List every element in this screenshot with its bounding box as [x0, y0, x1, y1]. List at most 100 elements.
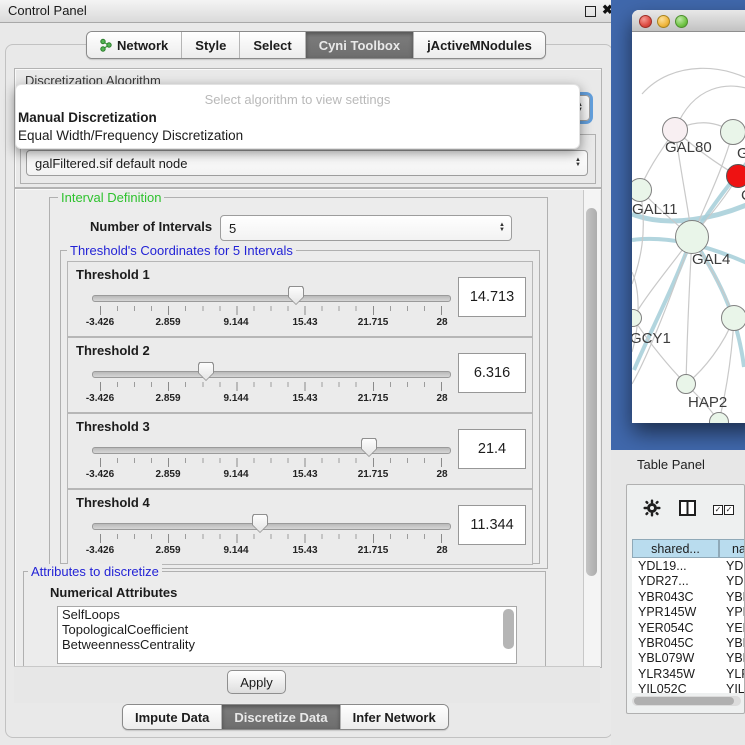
- tab-label: Infer Network: [353, 710, 436, 725]
- interval-definition-title: Interval Definition: [58, 190, 164, 205]
- threshold-3-slider-track[interactable]: [92, 447, 451, 454]
- tick-label: 28: [436, 393, 447, 404]
- threshold-3-slider-handle[interactable]: [361, 438, 377, 457]
- tab-infer-network[interactable]: Infer Network: [341, 705, 448, 729]
- control-panel-titlebar: Control Panel: [0, 0, 618, 23]
- node-h[interactable]: [721, 305, 745, 331]
- tick-label: 28: [436, 469, 447, 480]
- interval-definition-group: Interval Definition Number of Intervals …: [49, 197, 548, 569]
- tick-label: -3.426: [86, 393, 114, 404]
- numerical-attributes-label: Numerical Attributes: [50, 585, 177, 600]
- table-row[interactable]: YER054CYER054C: [632, 620, 745, 635]
- tick-label: 15.43: [292, 393, 317, 404]
- threshold-2-slider-handle[interactable]: [198, 362, 214, 381]
- tick-label: 28: [436, 317, 447, 328]
- tick-label: 15.43: [292, 469, 317, 480]
- tick-label: -3.426: [86, 545, 114, 556]
- gear-icon[interactable]: [643, 499, 661, 517]
- table-row[interactable]: YBR043CYBR043C: [632, 589, 745, 604]
- node-hap2[interactable]: [676, 374, 696, 394]
- tab-label: Cyni Toolbox: [319, 38, 400, 53]
- threshold-1-slider-track[interactable]: [92, 295, 451, 302]
- algorithm-dropdown-popup: Select algorithm to view settings Manual…: [15, 84, 580, 149]
- threshold-2-slider-track[interactable]: [92, 371, 451, 378]
- number-of-intervals-combobox[interactable]: 5 ▲▼: [220, 215, 512, 241]
- tab-cyni-toolbox[interactable]: Cyni Toolbox: [306, 32, 414, 58]
- threshold-4-panel: Threshold 4 -3.426 2.859 9.144 15.43 21.…: [67, 489, 533, 565]
- tick-label: 21.715: [358, 317, 389, 328]
- tab-impute-data[interactable]: Impute Data: [123, 705, 222, 729]
- number-of-intervals-label: Number of Intervals: [90, 219, 212, 234]
- panel-scrollbar[interactable]: [583, 190, 600, 666]
- network-window-titlebar[interactable]: [632, 10, 745, 32]
- threshold-1-label: Threshold 1: [76, 267, 150, 282]
- node-label: GAL4: [692, 251, 730, 268]
- list-item[interactable]: SelfLoops: [58, 607, 516, 622]
- columns-icon[interactable]: [679, 500, 696, 516]
- node-label: GAL: [737, 145, 745, 162]
- table-row[interactable]: YLR345WYLR345W: [632, 666, 745, 681]
- tab-style[interactable]: Style: [182, 32, 240, 58]
- threshold-3-value-field[interactable]: 21.4: [458, 429, 526, 469]
- network-canvas[interactable]: GAL80 GAL C GAL11 GAL4 GCY1 H HAP2: [632, 32, 745, 423]
- threshold-1-slider-handle[interactable]: [288, 286, 304, 305]
- threshold-1-value-field[interactable]: 14.713: [458, 277, 526, 317]
- tab-jactivemnodules[interactable]: jActiveMNodules: [414, 32, 545, 58]
- list-item[interactable]: TopologicalCoefficient: [58, 622, 516, 637]
- threshold-2-value-field[interactable]: 6.316: [458, 353, 526, 393]
- table-data-combobox[interactable]: galFiltered.sif default node ▲▼: [26, 150, 588, 176]
- table-row[interactable]: YPR145WYPR145W: [632, 604, 745, 619]
- tab-network[interactable]: Network: [87, 32, 182, 58]
- table-row[interactable]: YBR045CYBR045C: [632, 635, 745, 650]
- node-gal4[interactable]: [675, 220, 709, 254]
- tab-label: jActiveMNodules: [427, 38, 532, 53]
- threshold-1-panel: Threshold 1 -3.426 2.859 9.144 15.43 21.…: [67, 261, 533, 337]
- tick-label: 21.715: [358, 393, 389, 404]
- thresholds-group: Threshold's Coordinates for 5 Intervals …: [60, 250, 540, 564]
- table-rows: YDL19...YDL19... YDR27...YDR27... YBR043…: [632, 558, 745, 693]
- top-tab-bar: Network Style Select Cyni Toolbox jActiv…: [86, 31, 546, 59]
- table-horizontal-scrollbar[interactable]: [632, 696, 741, 706]
- table-row[interactable]: YDR27...YDR27...: [632, 573, 745, 588]
- minimize-window-icon[interactable]: [657, 15, 670, 28]
- tab-label: Style: [195, 38, 226, 53]
- checkbox-icon[interactable]: ✓: [724, 505, 734, 515]
- thresholds-group-title: Threshold's Coordinates for 5 Intervals: [67, 243, 296, 258]
- zoom-window-icon[interactable]: [675, 15, 688, 28]
- node-highlighted-red[interactable]: [726, 164, 745, 188]
- table-horizontal-scrollbar-thumb[interactable]: [634, 697, 734, 705]
- table-row[interactable]: YIL052CYIL052C: [632, 681, 745, 693]
- tab-discretize-data[interactable]: Discretize Data: [222, 705, 340, 729]
- float-window-icon[interactable]: [585, 6, 596, 17]
- node-label: C: [741, 187, 745, 204]
- threshold-4-slider-track[interactable]: [92, 523, 451, 530]
- column-header-shared-name[interactable]: shared...: [632, 539, 719, 558]
- list-item[interactable]: BetweennessCentrality: [58, 637, 516, 652]
- tab-label: Select: [253, 38, 291, 53]
- panel-scrollbar-thumb[interactable]: [586, 208, 597, 576]
- threshold-4-label: Threshold 4: [76, 495, 150, 510]
- column-header-name[interactable]: name: [719, 539, 745, 558]
- network-view-frame: GAL80 GAL C GAL11 GAL4 GCY1 H HAP2: [611, 0, 745, 450]
- close-window-icon[interactable]: [639, 15, 652, 28]
- table-data-value: galFiltered.sif default node: [35, 156, 187, 171]
- attributes-group-title: Attributes to discretize: [28, 564, 162, 579]
- node-gal[interactable]: [720, 119, 745, 145]
- popup-option-equal-width-frequency[interactable]: Equal Width/Frequency Discretization: [16, 126, 579, 144]
- table-panel-title: Table Panel: [637, 457, 705, 472]
- threshold-4-value-field[interactable]: 11.344: [458, 505, 526, 545]
- table-row[interactable]: YBL079WYBL079W: [632, 650, 745, 665]
- screen: Control Panel ✖ Network Style Select Cyn…: [0, 0, 745, 745]
- threshold-3-panel: Threshold 3 -3.426 2.859 9.144 15.43 21.…: [67, 413, 533, 489]
- popup-option-manual-discretization[interactable]: Manual Discretization: [16, 108, 579, 126]
- tick-label: 2.859: [155, 545, 180, 556]
- table-row[interactable]: YDL19...YDL19...: [632, 558, 745, 573]
- numerical-attributes-list: SelfLoops TopologicalCoefficient Between…: [57, 606, 517, 664]
- threshold-2-panel: Threshold 2 -3.426 2.859 9.144 15.43 21.…: [67, 337, 533, 413]
- tab-select[interactable]: Select: [240, 32, 305, 58]
- threshold-4-slider-handle[interactable]: [252, 514, 268, 533]
- checkbox-icon[interactable]: ✓: [713, 505, 723, 515]
- tick-label: 15.43: [292, 317, 317, 328]
- list-scrollbar[interactable]: [503, 609, 514, 649]
- apply-button[interactable]: Apply: [227, 670, 286, 694]
